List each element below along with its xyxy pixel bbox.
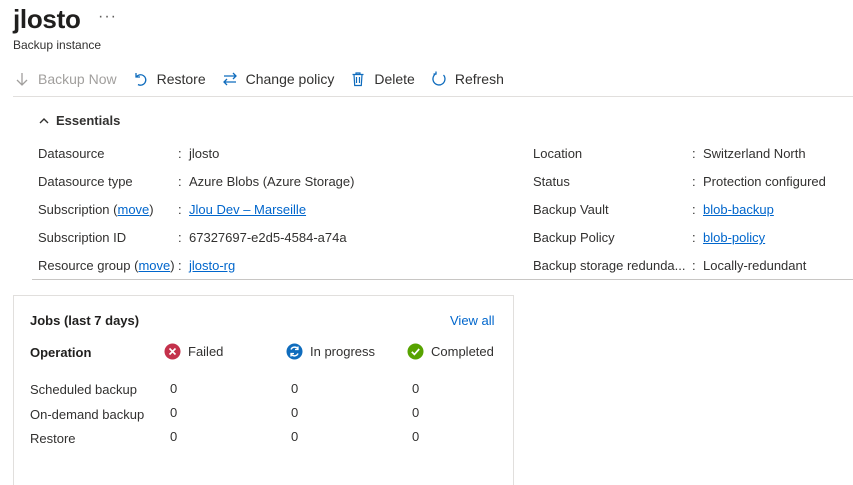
colon: : [178, 258, 182, 273]
location-value: Switzerland North [703, 146, 806, 161]
completed-header-label: Completed [431, 344, 494, 359]
colon: : [692, 230, 696, 245]
failed-count[interactable]: 0 [170, 429, 177, 444]
subscription-id-label: Subscription ID [38, 230, 127, 245]
completed-count[interactable]: 0 [412, 405, 419, 420]
inprogress-count[interactable]: 0 [291, 405, 298, 420]
datasource-label: Datasource [38, 146, 105, 161]
completed-header: Completed [407, 343, 494, 360]
refresh-button[interactable]: Refresh [431, 71, 504, 87]
colon: : [178, 146, 182, 161]
backup-now-button[interactable]: Backup Now [14, 71, 117, 87]
backup-policy-label: Backup Policy [533, 230, 615, 245]
page-subtitle: Backup instance [13, 38, 102, 52]
datasource-type-value: Azure Blobs (Azure Storage) [189, 174, 355, 189]
colon: : [692, 258, 696, 273]
inprogress-header-label: In progress [310, 344, 376, 359]
trash-icon [352, 72, 364, 87]
failed-header-label: Failed [188, 344, 224, 359]
essentials-toggle[interactable]: Essentials [38, 113, 120, 128]
colon: : [692, 202, 696, 217]
subscription-label-text: Subscription [38, 202, 110, 217]
inprogress-count[interactable]: 0 [291, 381, 298, 396]
chevron-up-icon [39, 117, 49, 123]
subscription-id-value: 67327697-e2d5-4584-a74a [189, 230, 347, 245]
arrow-down-icon [16, 73, 28, 86]
in-progress-icon [286, 343, 303, 360]
jobs-card-title: Jobs (last 7 days) [30, 313, 140, 328]
colon: : [178, 174, 182, 189]
essentials-divider [32, 279, 853, 280]
failed-count[interactable]: 0 [170, 381, 177, 396]
delete-label: Delete [374, 71, 415, 87]
datasource-value: jlosto [189, 146, 220, 161]
swap-arrows-icon [222, 72, 237, 86]
colon: : [178, 230, 182, 245]
delete-button[interactable]: Delete [350, 71, 415, 87]
backup-vault-label: Backup Vault [533, 202, 609, 217]
subscription-move-link[interactable]: move [118, 202, 150, 217]
backup-policy-link[interactable]: blob-policy [703, 230, 765, 245]
command-bar: Backup Now Restore Change policy Delete … [14, 66, 520, 92]
status-label: Status [533, 174, 570, 189]
refresh-icon [432, 71, 446, 86]
status-value: Protection configured [703, 174, 826, 189]
completed-count[interactable]: 0 [412, 429, 419, 444]
change-policy-label: Change policy [245, 71, 335, 87]
completed-icon [407, 343, 424, 360]
view-all-link[interactable]: View all [450, 313, 495, 328]
completed-count[interactable]: 0 [412, 381, 419, 396]
essentials-label: Essentials [56, 113, 121, 128]
toolbar-divider [13, 96, 853, 97]
colon: : [692, 174, 696, 189]
backup-vault-link[interactable]: blob-backup [703, 202, 774, 217]
resource-group-link[interactable]: jlosto-rg [189, 258, 235, 273]
subscription-link[interactable]: Jlou Dev – Marseille [189, 202, 306, 217]
redundancy-value: Locally-redundant [703, 258, 807, 273]
datasource-type-label: Datasource type [38, 174, 133, 189]
page-title: jlosto [13, 4, 81, 34]
job-row-name: Scheduled backup [30, 382, 137, 397]
resource-group-label: Resource group (move) [38, 258, 175, 273]
change-policy-button[interactable]: Change policy [222, 71, 335, 87]
operation-header: Operation [30, 345, 92, 360]
failed-icon [164, 343, 181, 360]
colon: : [178, 202, 182, 217]
failed-header: Failed [164, 343, 223, 360]
refresh-label: Refresh [454, 71, 504, 87]
inprogress-header: In progress [286, 343, 375, 360]
more-options-button[interactable]: ··· [98, 8, 117, 26]
location-label: Location [533, 146, 583, 161]
restore-label: Restore [156, 71, 206, 87]
failed-count[interactable]: 0 [170, 405, 177, 420]
restore-button[interactable]: Restore [133, 71, 206, 87]
resource-group-label-text: Resource group [38, 258, 131, 273]
job-row-name: On-demand backup [30, 407, 145, 422]
restore-icon [134, 73, 146, 86]
backup-now-label: Backup Now [38, 71, 117, 87]
subscription-label: Subscription (move) [38, 202, 154, 217]
inprogress-count[interactable]: 0 [291, 429, 298, 444]
redundancy-label: Backup storage redunda... [533, 258, 686, 273]
job-row-name: Restore [30, 431, 76, 446]
resource-group-move-link[interactable]: move [138, 258, 170, 273]
colon: : [692, 146, 696, 161]
